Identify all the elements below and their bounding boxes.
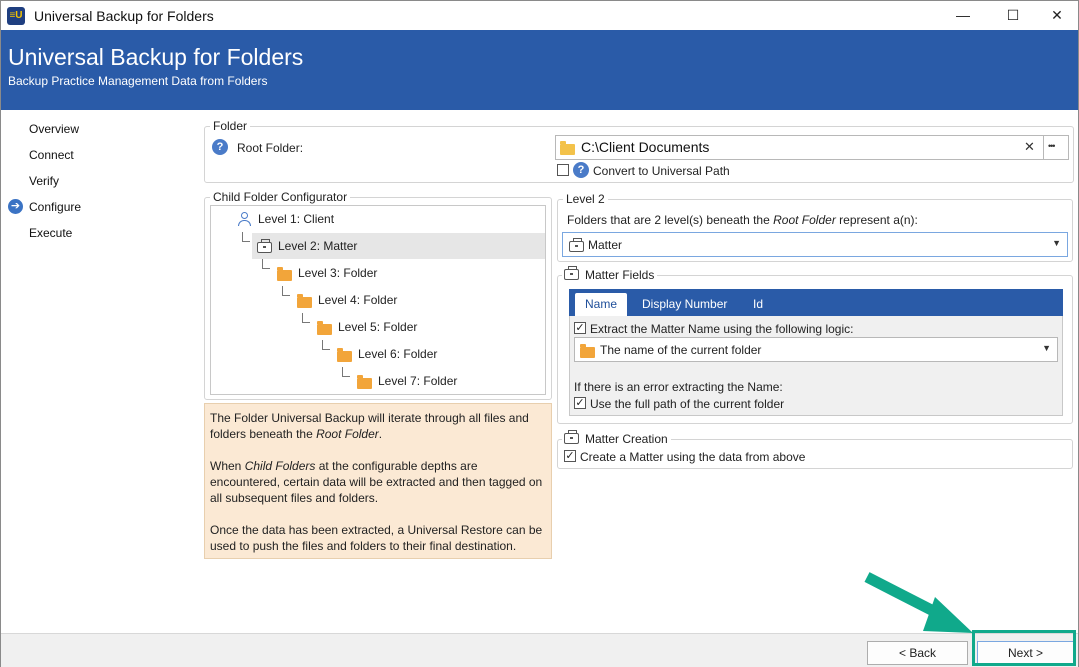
configurator-legend: Child Folder Configurator — [210, 190, 351, 204]
info-paragraph-1: The Folder Universal Backup will iterate… — [210, 411, 529, 441]
tree-connector — [282, 286, 290, 296]
tree-item-label: Level 7: Folder — [378, 374, 458, 388]
app-window: ≡U Universal Backup for Folders — ☐ ✕ Un… — [0, 0, 1079, 667]
extract-name-checkbox[interactable]: ✓ — [574, 322, 586, 334]
tree-item-label: Level 6: Folder — [358, 347, 438, 361]
extract-name-label: Extract the Matter Name using the follow… — [590, 322, 854, 336]
convert-universal-path-checkbox[interactable] — [557, 164, 569, 176]
tree-connector — [262, 259, 270, 269]
nav-item-execute[interactable]: Execute — [29, 226, 72, 240]
wizard-nav: Overview Connect Verify ➔ Configure Exec… — [1, 110, 193, 630]
nav-item-overview[interactable]: Overview — [29, 122, 79, 136]
matter-briefcase-icon — [564, 266, 579, 280]
matter-fields-tabs: Name Display Number Id — [569, 289, 1063, 316]
banner-subtitle: Backup Practice Management Data from Fol… — [8, 74, 268, 88]
tree-connector — [302, 313, 310, 323]
tree-connector — [242, 232, 250, 242]
maximize-button[interactable]: ☐ — [990, 1, 1036, 30]
convert-universal-path-label: Convert to Universal Path — [593, 164, 730, 178]
level-2-description: Folders that are 2 level(s) beneath the … — [567, 213, 918, 227]
convert-help-icon[interactable]: ? — [573, 162, 589, 178]
tree-item-label: Level 3: Folder — [298, 266, 378, 280]
level-tree: Level 1: Client Level 2: Matter Level 3:… — [210, 205, 546, 395]
tab-display-number[interactable]: Display Number — [632, 293, 737, 316]
info-paragraph-3: Once the data has been extracted, a Univ… — [210, 523, 543, 553]
window-title: Universal Backup for Folders — [34, 8, 214, 24]
folder-icon — [560, 141, 575, 155]
info-description-box: The Folder Universal Backup will iterate… — [204, 403, 552, 559]
clear-path-icon[interactable]: ✕ — [1024, 139, 1035, 155]
folder-icon — [317, 321, 332, 335]
tab-name[interactable]: Name — [575, 293, 628, 316]
create-matter-label: Create a Matter using the data from abov… — [580, 450, 806, 464]
banner-title: Universal Backup for Folders — [8, 44, 304, 70]
folder-group-legend: Folder — [210, 119, 251, 133]
dropdown-arrow-icon: ▼ — [1042, 343, 1051, 353]
root-folder-value: C:\Client Documents — [581, 139, 710, 155]
root-folder-label: Root Folder: — [237, 141, 304, 155]
tree-item-level-2[interactable]: Level 2: Matter — [252, 233, 545, 259]
path-box-divider — [1043, 135, 1044, 160]
use-full-path-label: Use the full path of the current folder — [590, 397, 785, 411]
browse-folder-button[interactable]: ••• — [1048, 141, 1056, 151]
client-person-icon — [237, 212, 251, 226]
next-button-highlight — [972, 630, 1076, 666]
minimize-button[interactable]: — — [940, 1, 986, 30]
error-handling-label: If there is an error extracting the Name… — [574, 380, 783, 394]
tree-connector — [342, 367, 350, 377]
nav-item-configure[interactable]: Configure — [29, 200, 81, 214]
nav-item-verify[interactable]: Verify — [29, 174, 59, 188]
folder-icon — [580, 344, 595, 358]
level-2-type-select[interactable]: Matter ▼ — [562, 232, 1068, 257]
use-full-path-checkbox[interactable]: ✓ — [574, 397, 586, 409]
name-logic-select[interactable]: The name of the current folder ▼ — [574, 337, 1058, 362]
info-paragraph-2: When Child Folders at the configurable d… — [210, 459, 543, 505]
folder-icon — [337, 348, 352, 362]
tree-item-label: Level 4: Folder — [318, 293, 398, 307]
app-logo-icon: ≡U — [7, 7, 25, 25]
tree-item-label: Level 2: Matter — [278, 239, 358, 253]
dropdown-arrow-icon: ▼ — [1052, 238, 1061, 248]
nav-item-connect[interactable]: Connect — [29, 148, 74, 162]
level-2-type-value: Matter — [588, 238, 623, 252]
matter-briefcase-icon — [257, 239, 272, 253]
tab-id[interactable]: Id — [743, 293, 773, 316]
active-step-arrow-icon: ➔ — [8, 199, 23, 214]
matter-fields-legend: Matter Fields — [562, 266, 658, 282]
annotation-arrow-icon — [864, 572, 973, 633]
create-matter-checkbox[interactable]: ✓ — [564, 450, 576, 462]
back-button[interactable]: < Back — [867, 641, 968, 665]
folder-icon — [277, 267, 292, 281]
header-banner: Universal Backup for Folders Backup Prac… — [1, 30, 1078, 110]
close-window-button[interactable]: ✕ — [1034, 1, 1079, 30]
tree-item-label: Level 5: Folder — [338, 320, 418, 334]
folder-icon — [357, 375, 372, 389]
name-logic-value: The name of the current folder — [600, 343, 762, 357]
folder-icon — [297, 294, 312, 308]
level-2-legend: Level 2 — [563, 192, 608, 206]
matter-creation-legend: Matter Creation — [562, 430, 671, 446]
root-folder-input[interactable]: C:\Client Documents ✕ ••• — [555, 135, 1069, 160]
tree-connector — [322, 340, 330, 350]
root-folder-help-icon[interactable]: ? — [212, 139, 228, 155]
matter-briefcase-icon — [569, 238, 584, 252]
matter-briefcase-icon — [564, 430, 579, 444]
tab-panel-name: ✓ Extract the Matter Name using the foll… — [569, 316, 1063, 416]
title-bar: ≡U Universal Backup for Folders — ☐ ✕ — [1, 1, 1078, 30]
tree-item-label: Level 1: Client — [258, 212, 335, 226]
